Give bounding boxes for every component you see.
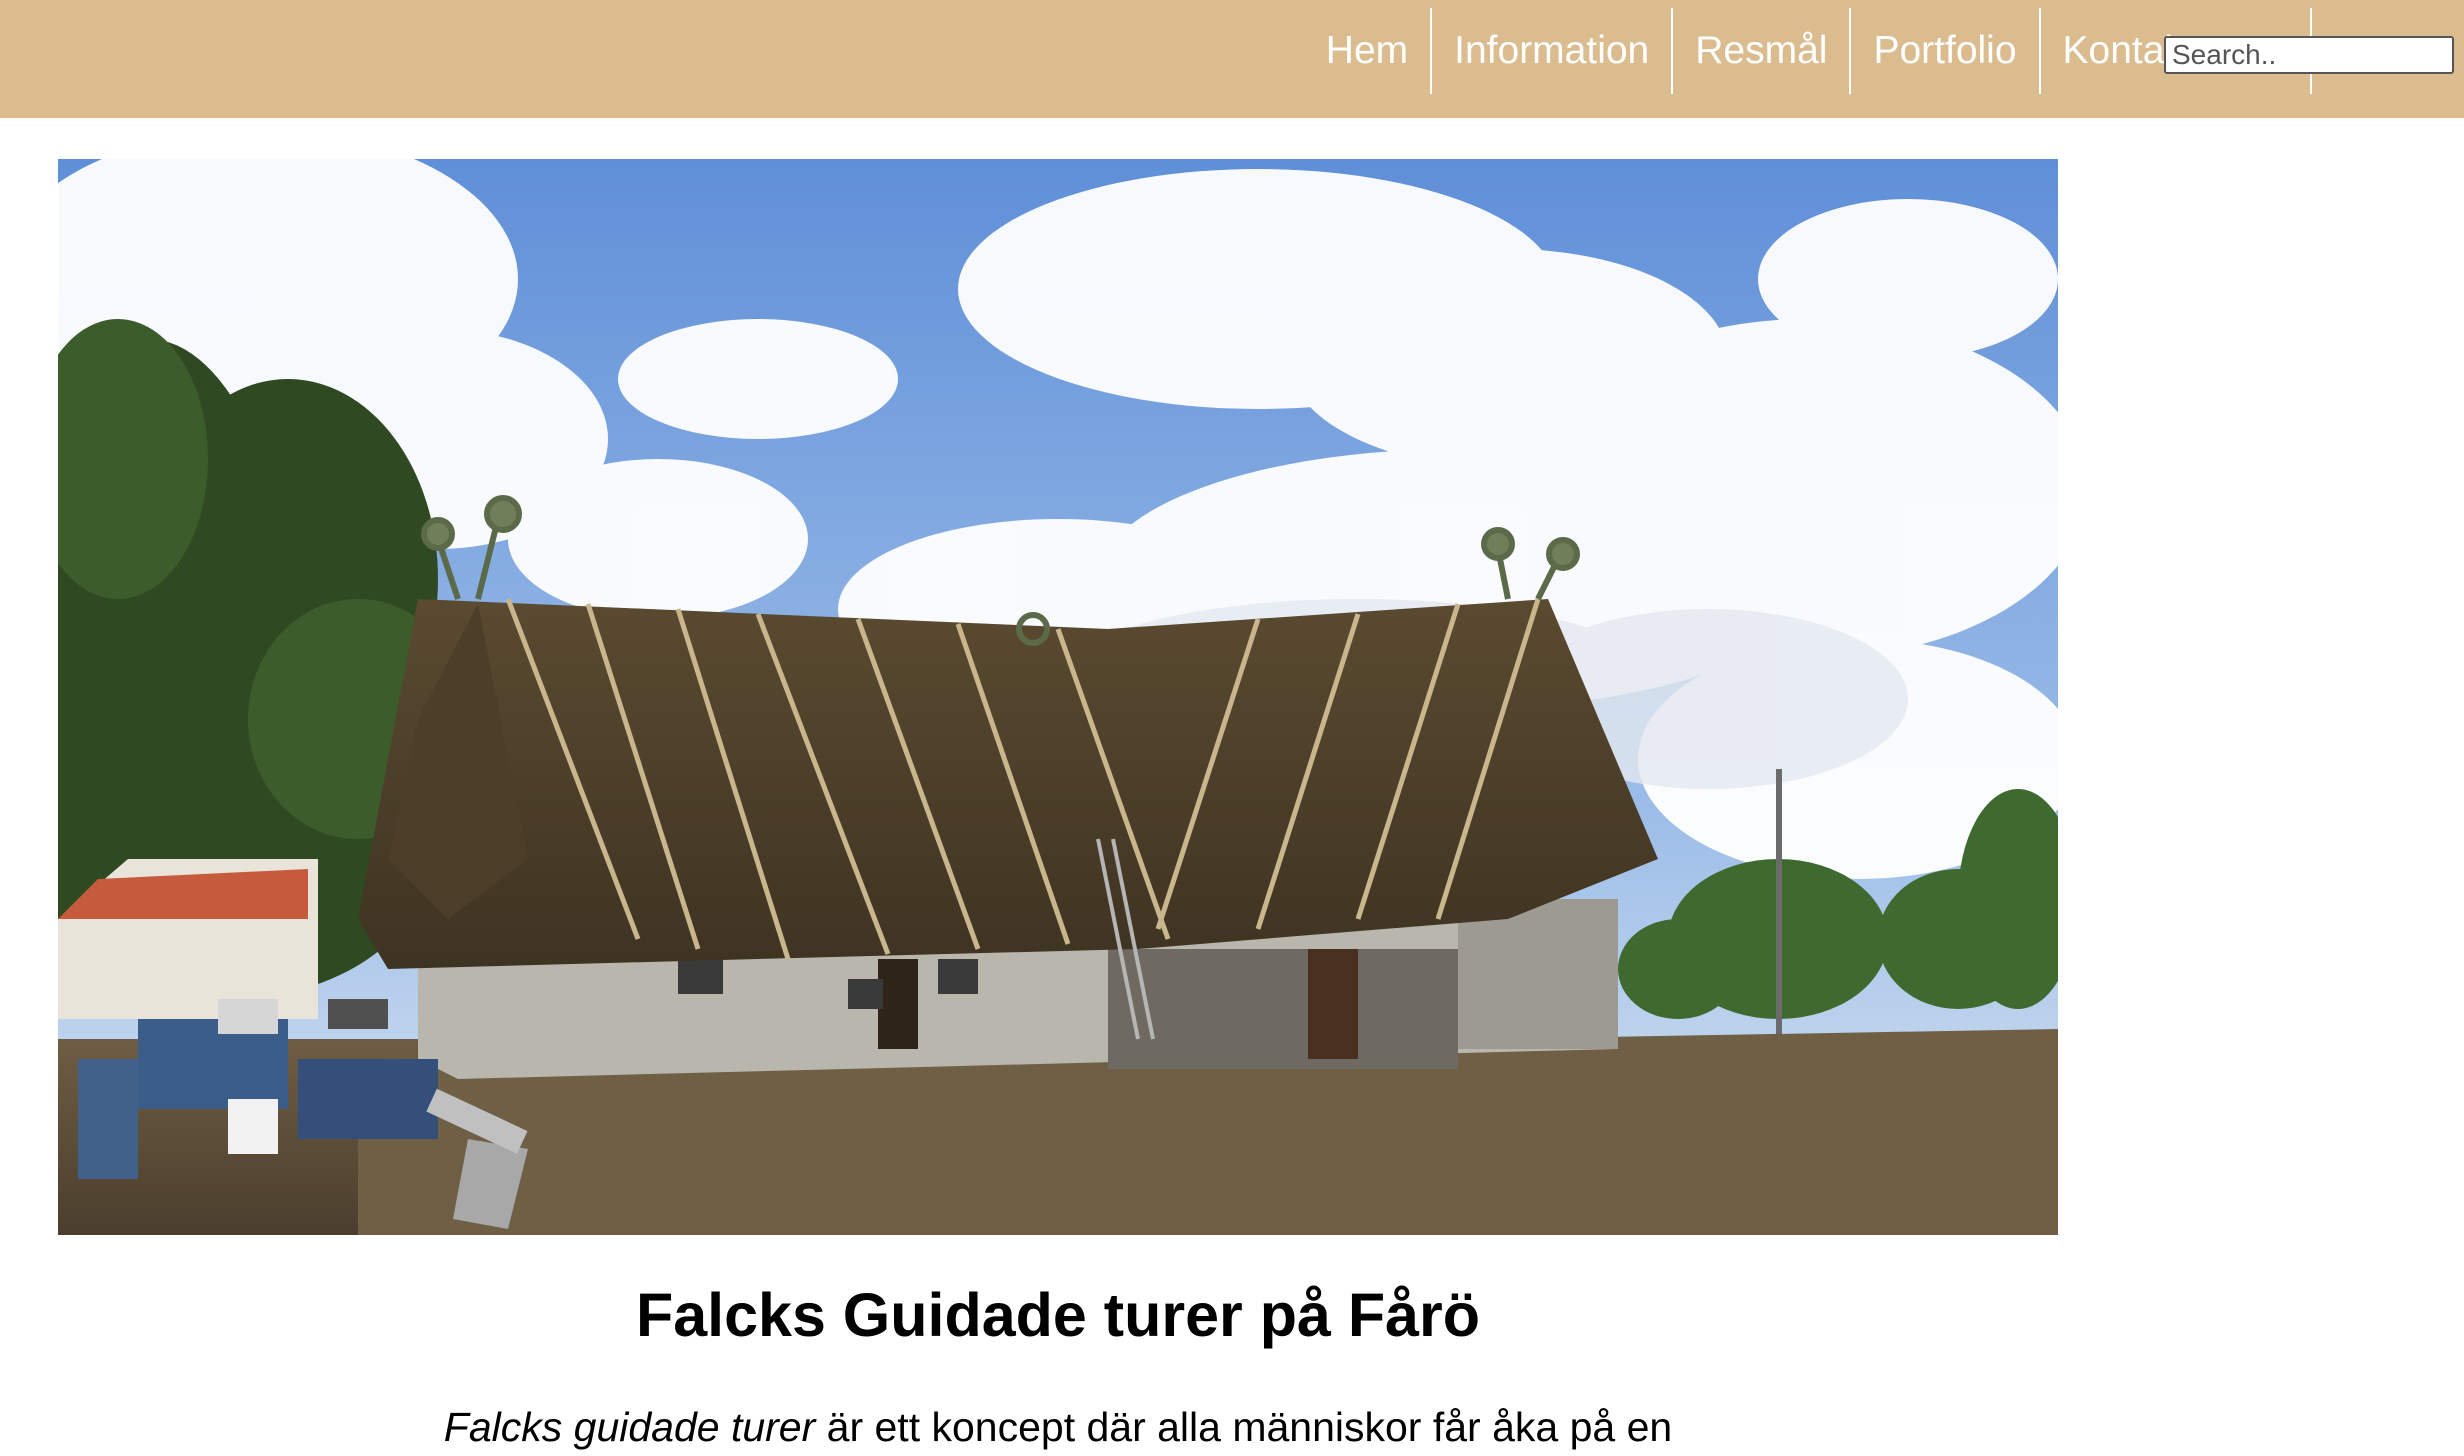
thatched-house-photo	[58, 159, 2058, 1235]
nav-item-portfolio[interactable]: Portfolio	[1851, 8, 2041, 94]
main-nav: Hem Information Resmål Portfolio Kontakt…	[1304, 8, 2312, 94]
intro-emphasis: Falcks guidade turer	[443, 1404, 816, 1450]
page-title: Falcks Guidade turer på Fårö	[635, 1281, 1481, 1349]
intro-text: är ett koncept där alla människor får åk…	[815, 1404, 1673, 1450]
top-navigation-bar: Hem Information Resmål Portfolio Kontakt…	[0, 0, 2464, 118]
intro-paragraph: Falcks guidade turer är ett koncept där …	[58, 1398, 2058, 1456]
search-input[interactable]	[2164, 36, 2454, 74]
nav-item-resmal[interactable]: Resmål	[1673, 8, 1852, 94]
hero-image	[58, 159, 2058, 1235]
nav-item-information[interactable]: Information	[1432, 8, 1674, 94]
nav-item-hem[interactable]: Hem	[1304, 8, 1433, 94]
